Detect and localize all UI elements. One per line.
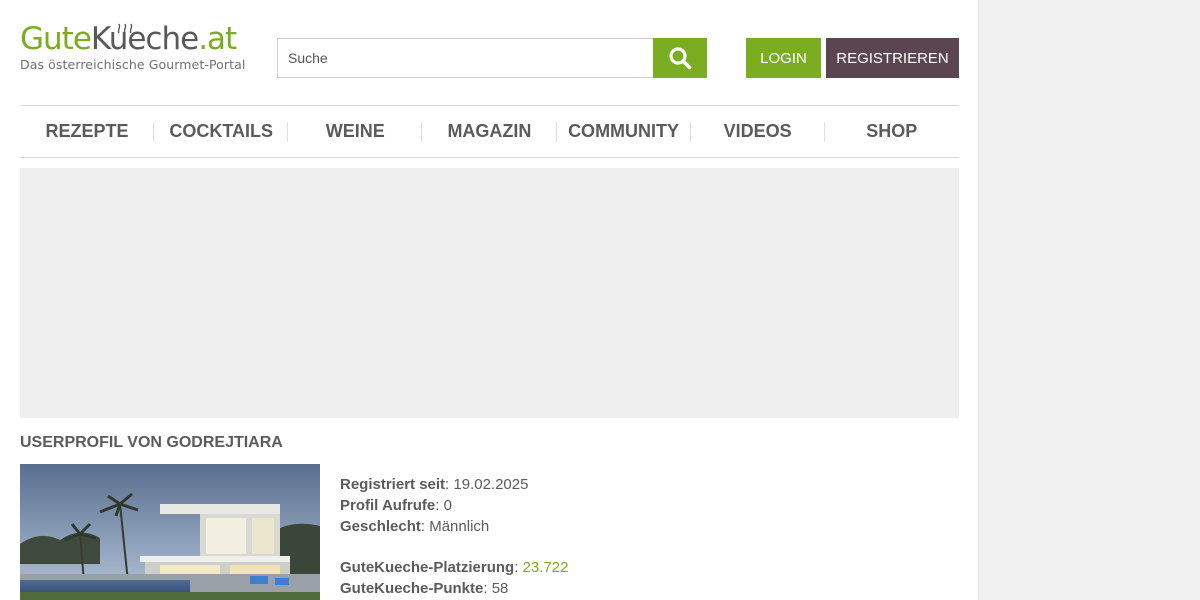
nav-item-shop[interactable]: SHOP	[825, 121, 959, 142]
right-sidebar	[978, 0, 1200, 600]
nav-item-cocktails[interactable]: COCKTAILS	[154, 121, 289, 142]
nav-item-weine[interactable]: WEINE	[288, 121, 423, 142]
views-value: 0	[443, 497, 452, 514]
nav-item-community[interactable]: COMMUNITY	[557, 121, 691, 142]
ad-placeholder	[20, 168, 959, 418]
nav-item-rezepte[interactable]: REZEPTE	[20, 121, 155, 142]
profile-info: Registriert seit: 19.02.2025 Profil Aufr…	[340, 474, 568, 599]
search-icon	[669, 47, 692, 70]
rank-value-link[interactable]: 23.722	[523, 559, 569, 576]
gender-label: Geschlecht	[340, 518, 421, 535]
steam-icon	[117, 23, 133, 34]
register-button[interactable]: REGISTRIEREN	[826, 38, 959, 78]
views-row: Profil Aufrufe: 0	[340, 497, 452, 514]
login-button[interactable]: LOGIN	[746, 38, 821, 78]
site-logo[interactable]: GuteKueche.at Das österreichische Gourme…	[20, 24, 250, 80]
registered-label: Registriert seit	[340, 476, 446, 493]
nav-item-magazin[interactable]: MAGAZIN	[422, 121, 557, 142]
points-row: GuteKueche-Punkte: 58	[340, 580, 509, 597]
logo-part-tld: .at	[198, 21, 237, 57]
profile-image	[20, 464, 320, 600]
profile-title: USERPROFIL VON GODREJTIARA	[20, 434, 283, 451]
points-value: 58	[491, 580, 509, 597]
registered-value: 19.02.2025	[453, 476, 529, 493]
logo-part-kueche: Kueche	[90, 21, 199, 57]
logo-tagline: Das österreichische Gourmet-Portal	[20, 57, 246, 72]
rank-label: GuteKueche-Platzierung	[340, 559, 515, 576]
search-button[interactable]	[653, 38, 707, 78]
logo-part-gute: Gute	[20, 21, 92, 57]
gender-row: Geschlecht: Männlich	[340, 518, 490, 535]
nav-item-videos[interactable]: VIDEOS	[691, 121, 825, 142]
search-input[interactable]	[277, 38, 654, 78]
search-bar	[277, 38, 707, 78]
gender-value: Männlich	[429, 518, 490, 535]
points-label: GuteKueche-Punkte	[340, 580, 484, 597]
views-label: Profil Aufrufe	[340, 497, 436, 514]
registered-row: Registriert seit: 19.02.2025	[340, 476, 529, 493]
rank-row: GuteKueche-Platzierung: 23.722	[340, 559, 569, 576]
main-nav: REZEPTE COCKTAILS WEINE MAGAZIN COMMUNIT…	[20, 105, 959, 158]
